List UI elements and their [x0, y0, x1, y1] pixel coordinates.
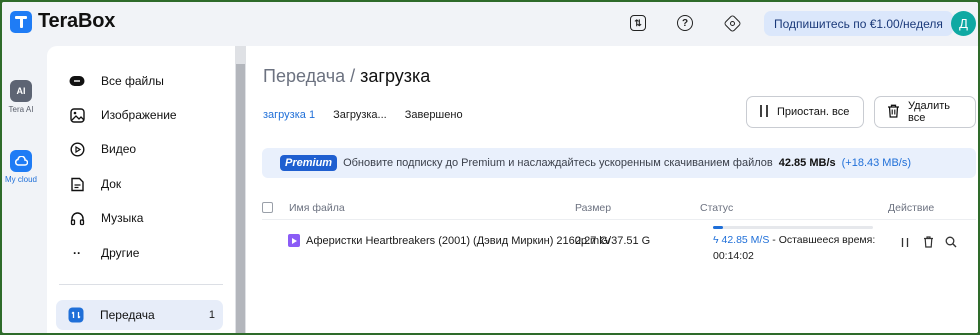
download-progress-fill: [713, 226, 723, 229]
video-file-icon: [288, 234, 300, 247]
rail-item-my-cloud[interactable]: My cloud: [2, 150, 40, 184]
sidebar-scrollbar[interactable]: [235, 46, 246, 333]
rail-label: My cloud: [4, 175, 37, 184]
table-header: Имя файла Размер Статус Действие: [262, 198, 976, 220]
breadcrumb-transfer[interactable]: Передача: [263, 66, 345, 86]
sidebar-divider: [59, 284, 223, 285]
all-files-icon: [69, 73, 85, 89]
delete-all-label: Удалить все: [908, 100, 950, 124]
transfer-tabs: загрузка 1 Загрузка... Завершено: [263, 109, 463, 121]
pause-download-button[interactable]: [898, 235, 912, 249]
terabox-logo[interactable]: TeraBox: [10, 10, 115, 33]
app-rail: AI Tera AI My cloud: [2, 46, 44, 333]
tab-completed[interactable]: Завершено: [405, 109, 463, 121]
pause-icon: [759, 104, 769, 121]
tab-uploading[interactable]: Загрузка...: [333, 109, 387, 121]
premium-badge: Premium: [280, 155, 338, 171]
trash-icon: [887, 104, 900, 121]
breadcrumb-separator: /: [345, 66, 361, 86]
delete-download-button[interactable]: [921, 235, 935, 249]
column-header-status: Статус: [700, 202, 734, 214]
sidebar-item-other[interactable]: ·· Другие: [63, 240, 223, 266]
sidebar-item-label: Другие: [101, 246, 140, 260]
sidebar-item-label: Видео: [101, 142, 137, 156]
column-header-action: Действие: [888, 202, 935, 214]
search-icon: [945, 236, 957, 248]
sidebar-item-label: Изображение: [101, 108, 177, 122]
pause-all-label: Приостан. все: [777, 106, 850, 118]
image-icon: [69, 107, 85, 123]
more-icon: ··: [73, 246, 81, 260]
top-bar: TeraBox ⇅ ? Подпишитесь по €1.00/неделя …: [2, 2, 978, 46]
download-progress-bar: [713, 226, 873, 229]
sidebar-item-label: Музыка: [101, 211, 144, 225]
ai-icon: AI: [10, 80, 32, 102]
tab-download[interactable]: загрузка 1: [263, 109, 315, 121]
main-panel: Передача / загрузка загрузка 1 Загрузка.…: [246, 46, 978, 333]
column-header-size: Размер: [575, 202, 612, 214]
transfer-list-icon[interactable]: ⇅: [630, 15, 646, 31]
sidebar-item-transfer[interactable]: Передача 1: [56, 300, 223, 330]
sidebar-item-docs[interactable]: Док: [63, 171, 223, 197]
sidebar-item-all-files[interactable]: Все файлы: [63, 68, 223, 94]
select-all-checkbox[interactable]: [262, 202, 273, 213]
sidebar: Все файлы Изображение Видео Док Музыка ·…: [47, 46, 235, 333]
app-window: TeraBox ⇅ ? Подпишитесь по €1.00/неделя …: [2, 2, 978, 333]
column-header-name: Имя файла: [289, 202, 345, 214]
delete-all-button[interactable]: Удалить все: [874, 96, 976, 128]
download-status: ϟ 42.85 M/S - Оставшееся время:: [713, 234, 875, 246]
lightning-icon: ϟ: [713, 234, 719, 246]
app-name: TeraBox: [38, 10, 116, 32]
scrollbar-thumb[interactable]: [236, 64, 245, 333]
pause-icon: [901, 237, 909, 247]
premium-banner[interactable]: Premium Обновите подписку до Premium и н…: [262, 148, 976, 178]
avatar[interactable]: Д: [951, 11, 976, 36]
sidebar-item-label: Все файлы: [101, 74, 164, 88]
page-title: Передача / загрузка: [263, 66, 430, 87]
subscribe-button[interactable]: Подпишитесь по €1.00/неделя: [764, 11, 953, 36]
premium-banner-text: Обновите подписку до Premium и наслаждай…: [343, 157, 773, 169]
file-size: 2.27 G/37.51 G: [575, 235, 651, 247]
sidebar-item-images[interactable]: Изображение: [63, 102, 223, 128]
open-folder-search-button[interactable]: [944, 235, 958, 249]
video-icon: [69, 141, 85, 157]
sidebar-item-video[interactable]: Видео: [63, 136, 223, 162]
help-icon[interactable]: ?: [677, 15, 693, 31]
sidebar-item-label: Передача: [100, 308, 155, 322]
breadcrumb-current: загрузка: [360, 66, 431, 86]
file-name: Аферистки Heartbreakers (2001) (Дэвид Ми…: [306, 235, 611, 247]
sidebar-item-label: Док: [101, 177, 122, 191]
remaining-time: 00:14:02: [713, 250, 754, 262]
trash-icon: [923, 236, 933, 248]
cloud-icon: [10, 150, 32, 172]
rail-label: Tera AI: [8, 105, 34, 114]
transfer-count-badge: 1: [208, 309, 215, 321]
headphones-icon: [69, 210, 85, 226]
rail-item-tera-ai[interactable]: AI Tera AI: [2, 80, 40, 114]
premium-banner-extra-speed: (+18.43 MB/s): [841, 157, 912, 169]
premium-banner-speed: 42.85 MB/s: [778, 157, 836, 169]
sidebar-item-music[interactable]: Музыка: [63, 205, 223, 231]
document-icon: [69, 176, 85, 192]
transfer-icon: [68, 307, 84, 323]
pause-all-button[interactable]: Приостан. все: [746, 96, 864, 128]
terabox-logo-icon: [10, 10, 32, 33]
table-row[interactable]: Аферистки Heartbreakers (2001) (Дэвид Ми…: [262, 226, 976, 266]
settings-gear-icon[interactable]: [723, 14, 742, 33]
remaining-label: - Оставшееся время:: [769, 234, 876, 246]
download-speed: 42.85 M/S: [721, 234, 770, 246]
